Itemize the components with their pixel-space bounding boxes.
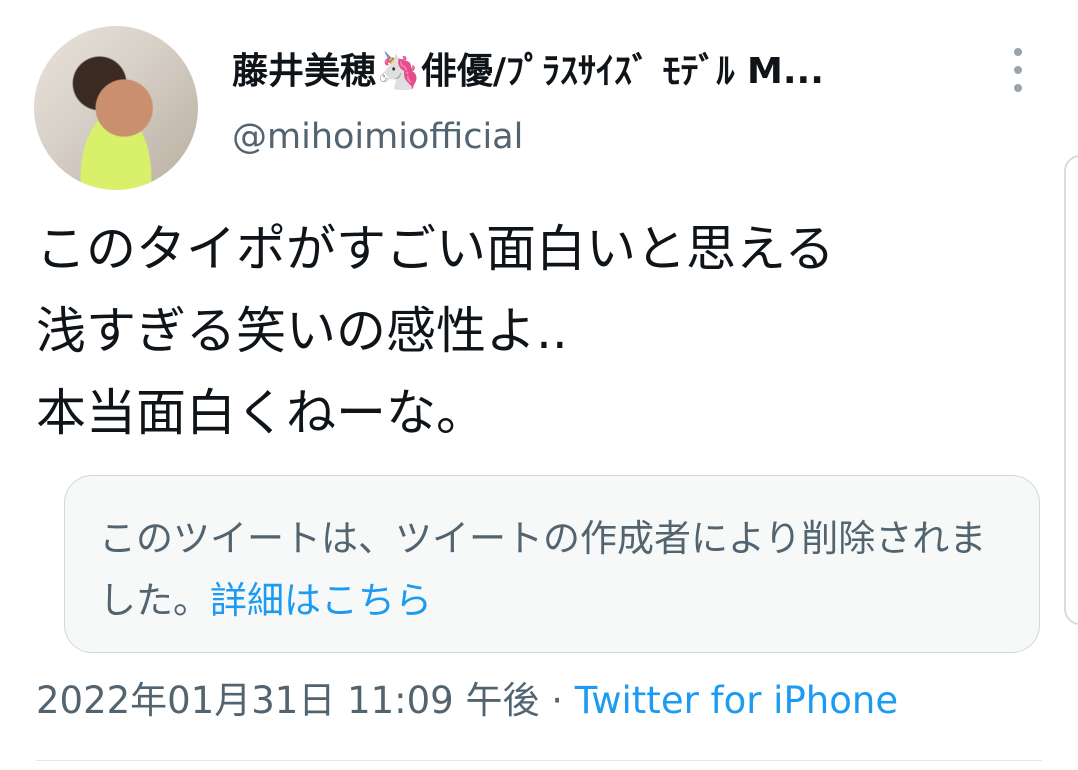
tweet-timestamp[interactable]: 2022年01月31日 11:09 午後: [36, 679, 539, 722]
avatar[interactable]: [34, 26, 198, 190]
scroll-handle[interactable]: [1064, 155, 1078, 625]
divider: [36, 760, 1042, 761]
meta-separator: ·: [539, 679, 575, 722]
tweet-text: このタイポがすごい面白いと思える 浅すぎる笑いの感性よ.. 本当面白くねーな。: [36, 220, 835, 442]
deleted-quote-notice: このツイートは、ツイートの作成者により削除されました。詳細はこちら: [64, 475, 1040, 653]
more-dot: [1014, 48, 1022, 56]
tweet-source-link[interactable]: Twitter for iPhone: [575, 679, 898, 722]
learn-more-link[interactable]: 詳細はこちら: [210, 579, 432, 622]
tweet-meta: 2022年01月31日 11:09 午後 · Twitter for iPhon…: [36, 676, 898, 726]
more-dot: [1014, 66, 1022, 74]
author-display-name[interactable]: 藤井美穂🦄俳優/ﾌﾟﾗｽｻｲｽﾞ ﾓﾃﾞﾙ M...: [232, 48, 824, 96]
more-options-icon[interactable]: [1002, 48, 1034, 92]
more-dot: [1014, 84, 1022, 92]
author-handle[interactable]: @mihoimiofficial: [232, 114, 523, 160]
